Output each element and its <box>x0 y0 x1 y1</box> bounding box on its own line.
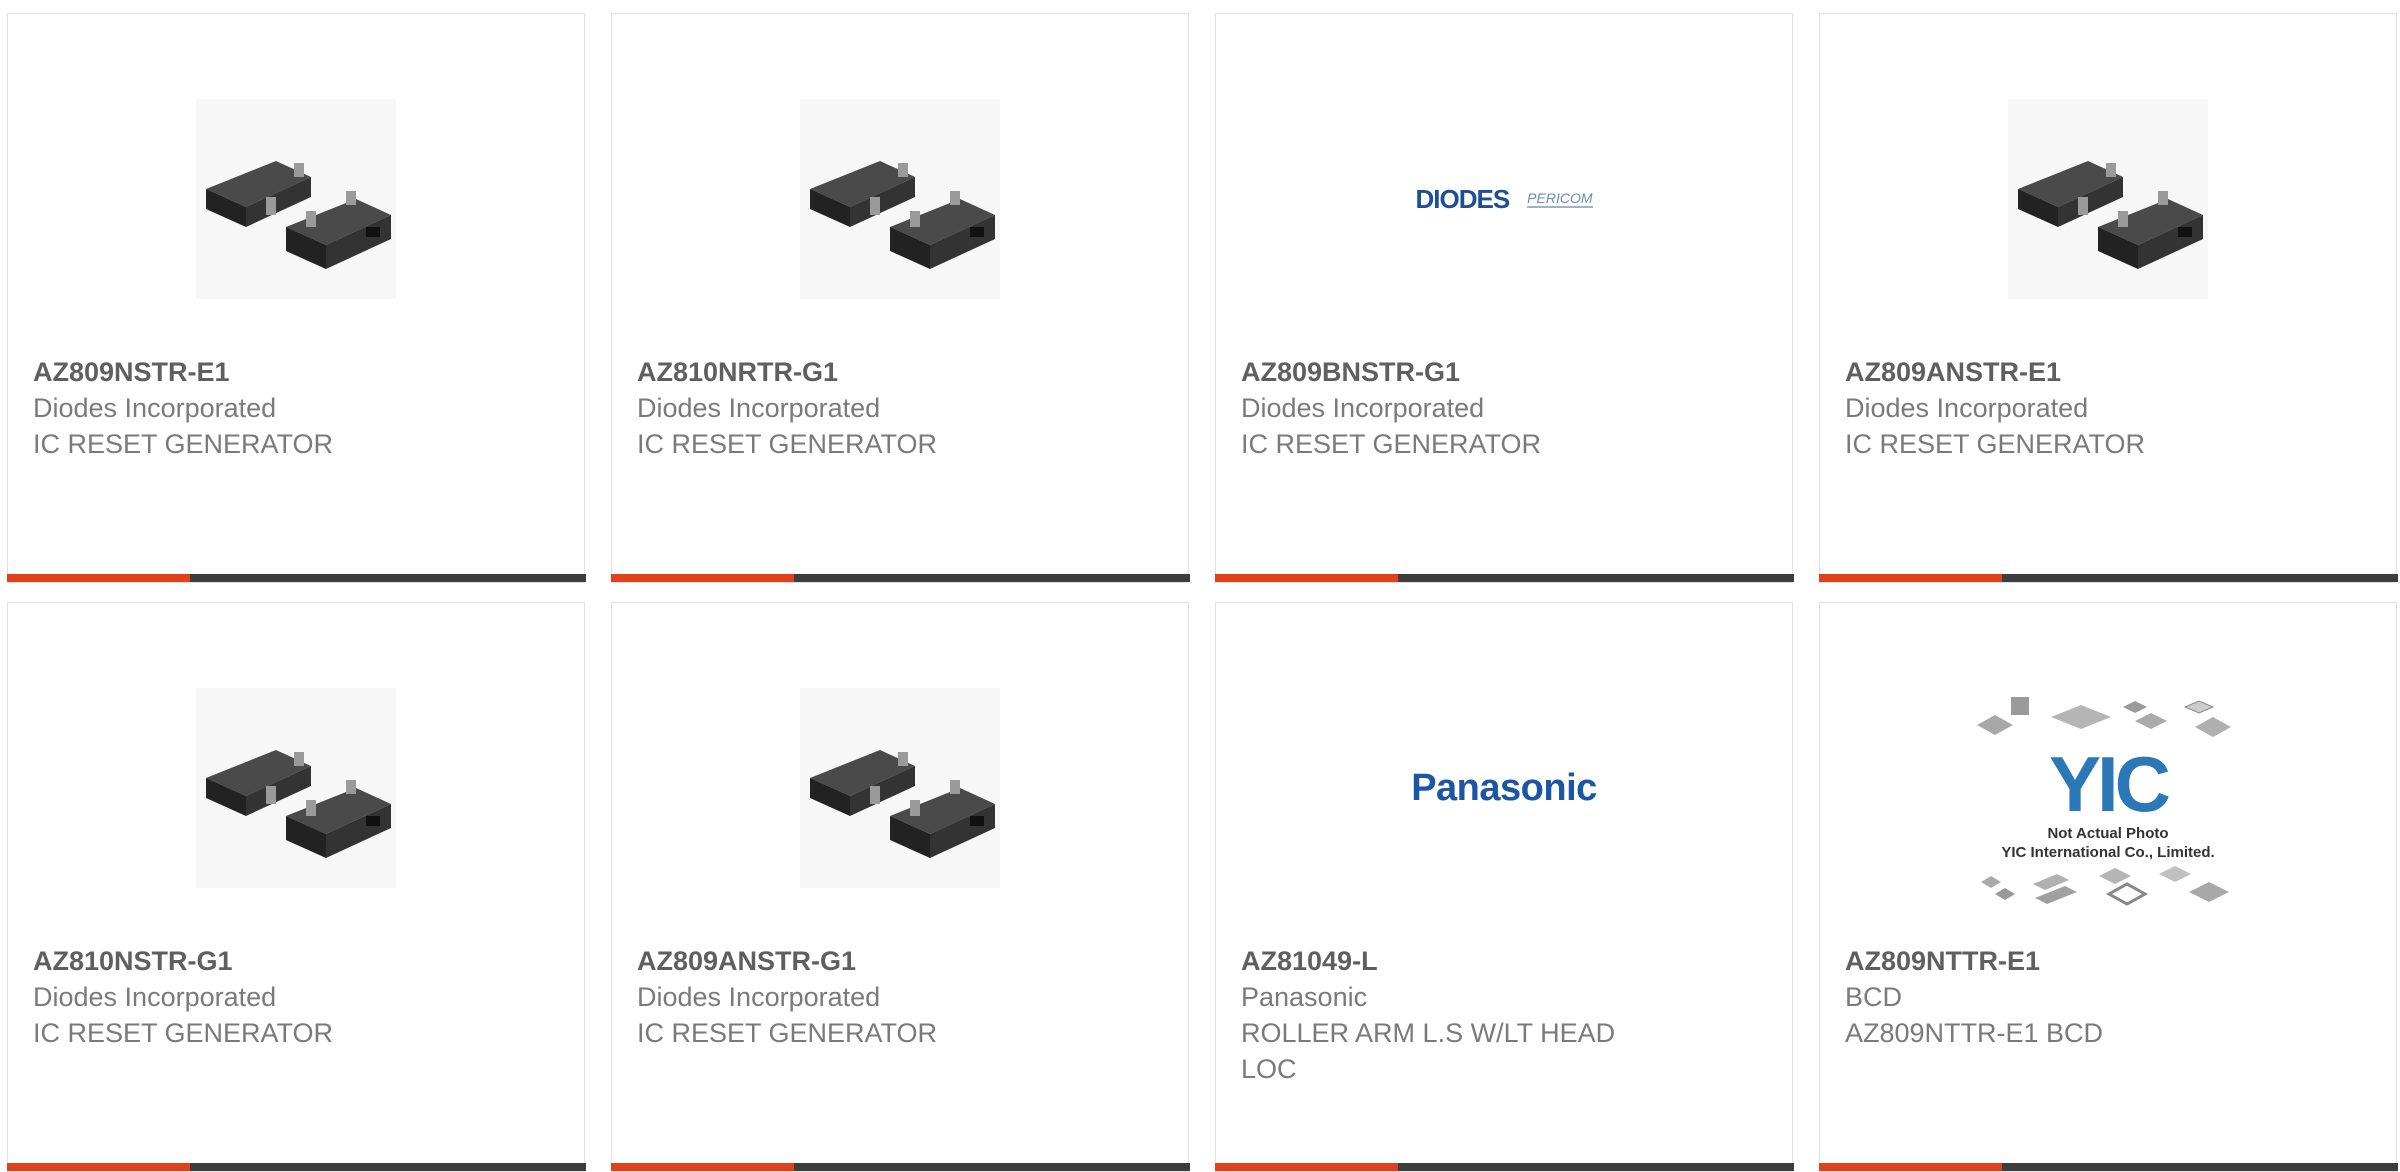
product-thumbnail[interactable] <box>1820 74 2396 324</box>
product-card[interactable]: AZ809ANSTR-E1 Diodes Incorporated IC RES… <box>1818 13 2398 583</box>
card-footer-bar <box>1818 1163 2398 1171</box>
diodes-logo-text: DIODES <box>1415 183 1510 214</box>
product-card[interactable]: DIODES PERICOM AZ809BNSTR-G1 Diodes Inco… <box>1214 13 1794 583</box>
description: IC RESET GENERATOR <box>33 1018 334 1048</box>
product-thumbnail[interactable] <box>8 663 584 913</box>
sot23-package-image <box>2008 99 2208 299</box>
manufacturer: Diodes Incorporated <box>637 982 881 1012</box>
product-card[interactable]: AZ809NSTR-E1 Diodes Incorporated IC RESE… <box>6 13 586 583</box>
sot23-package-image <box>800 99 1000 299</box>
chip-icons-bottom <box>1981 866 2229 906</box>
product-thumbnail[interactable] <box>8 74 584 324</box>
card-footer-bar <box>610 1163 1190 1171</box>
part-number-link[interactable]: AZ809ANSTR-E1 <box>1845 354 2376 390</box>
product-grid: AZ809NSTR-E1 Diodes Incorporated IC RESE… <box>0 0 2400 1172</box>
product-card[interactable]: AZ810NSTR-G1 Diodes Incorporated IC RESE… <box>6 602 586 1172</box>
product-thumbnail[interactable] <box>612 74 1188 324</box>
card-footer-bar <box>610 574 1190 582</box>
card-footer-bar <box>1214 1163 1794 1171</box>
manufacturer: Diodes Incorporated <box>33 982 277 1012</box>
product-card[interactable]: Panasonic AZ81049-L Panasonic ROLLER ARM… <box>1214 602 1794 1172</box>
accent-bar <box>1818 1163 2002 1171</box>
manufacturer: Panasonic <box>1241 982 1368 1012</box>
part-number-link[interactable]: AZ809NTTR-E1 <box>1845 943 2376 979</box>
part-number-link[interactable]: AZ81049-L <box>1241 943 1772 979</box>
manufacturer: Diodes Incorporated <box>33 393 277 423</box>
sot23-package-image <box>196 688 396 888</box>
product-card[interactable]: AZ809ANSTR-G1 Diodes Incorporated IC RES… <box>610 602 1190 1172</box>
accent-bar <box>6 1163 190 1171</box>
chip-icons-top <box>1977 697 2231 737</box>
manufacturer: Diodes Incorporated <box>637 393 881 423</box>
accent-bar <box>1214 1163 1398 1171</box>
part-number-link[interactable]: AZ809NSTR-E1 <box>33 354 564 390</box>
description: AZ809NTTR-E1 BCD <box>1845 1018 2104 1048</box>
description: IC RESET GENERATOR <box>1241 429 1542 459</box>
part-number-link[interactable]: AZ809BNSTR-G1 <box>1241 354 1772 390</box>
accent-bar <box>610 574 794 582</box>
product-card[interactable]: AZ810NRTR-G1 Diodes Incorporated IC RESE… <box>610 13 1190 583</box>
yic-logo: YIC <box>2048 740 2171 828</box>
pericom-logo-text: PERICOM <box>1527 190 1593 208</box>
yic-placeholder-image: YIC Not Actual Photo YIC International C… <box>1973 695 2243 917</box>
card-footer-bar <box>1214 574 1794 582</box>
sot23-package-image <box>196 99 396 299</box>
panasonic-logo: Panasonic <box>1411 766 1597 809</box>
product-thumbnail[interactable] <box>612 663 1188 913</box>
description: ROLLER ARM L.S W/LT HEAD LOC <box>1241 1018 1616 1084</box>
company-note: YIC International Co., Limited. <box>2001 844 2215 861</box>
accent-bar <box>1818 574 2002 582</box>
description: IC RESET GENERATOR <box>1845 429 2146 459</box>
description: IC RESET GENERATOR <box>637 1018 938 1048</box>
card-footer-bar <box>6 574 586 582</box>
accent-bar <box>610 1163 794 1171</box>
part-number-link[interactable]: AZ810NRTR-G1 <box>637 354 1168 390</box>
product-card[interactable]: YIC Not Actual Photo YIC International C… <box>1818 602 2398 1172</box>
product-thumbnail[interactable]: Panasonic <box>1216 663 1792 913</box>
card-footer-bar <box>1818 574 2398 582</box>
description: IC RESET GENERATOR <box>637 429 938 459</box>
manufacturer: BCD <box>1845 982 1903 1012</box>
manufacturer: Diodes Incorporated <box>1241 393 1485 423</box>
product-thumbnail[interactable]: YIC Not Actual Photo YIC International C… <box>1820 691 2396 921</box>
product-thumbnail[interactable]: DIODES PERICOM <box>1216 74 1792 324</box>
part-number-link[interactable]: AZ809ANSTR-G1 <box>637 943 1168 979</box>
manufacturer: Diodes Incorporated <box>1845 393 2089 423</box>
accent-bar <box>1214 574 1398 582</box>
description: IC RESET GENERATOR <box>33 429 334 459</box>
accent-bar <box>6 574 190 582</box>
diodes-pericom-logo: DIODES PERICOM <box>1415 183 1593 215</box>
part-number-link[interactable]: AZ810NSTR-G1 <box>33 943 564 979</box>
sot23-package-image <box>800 688 1000 888</box>
card-footer-bar <box>6 1163 586 1171</box>
not-actual-photo-note: Not Actual Photo <box>2047 825 2169 842</box>
